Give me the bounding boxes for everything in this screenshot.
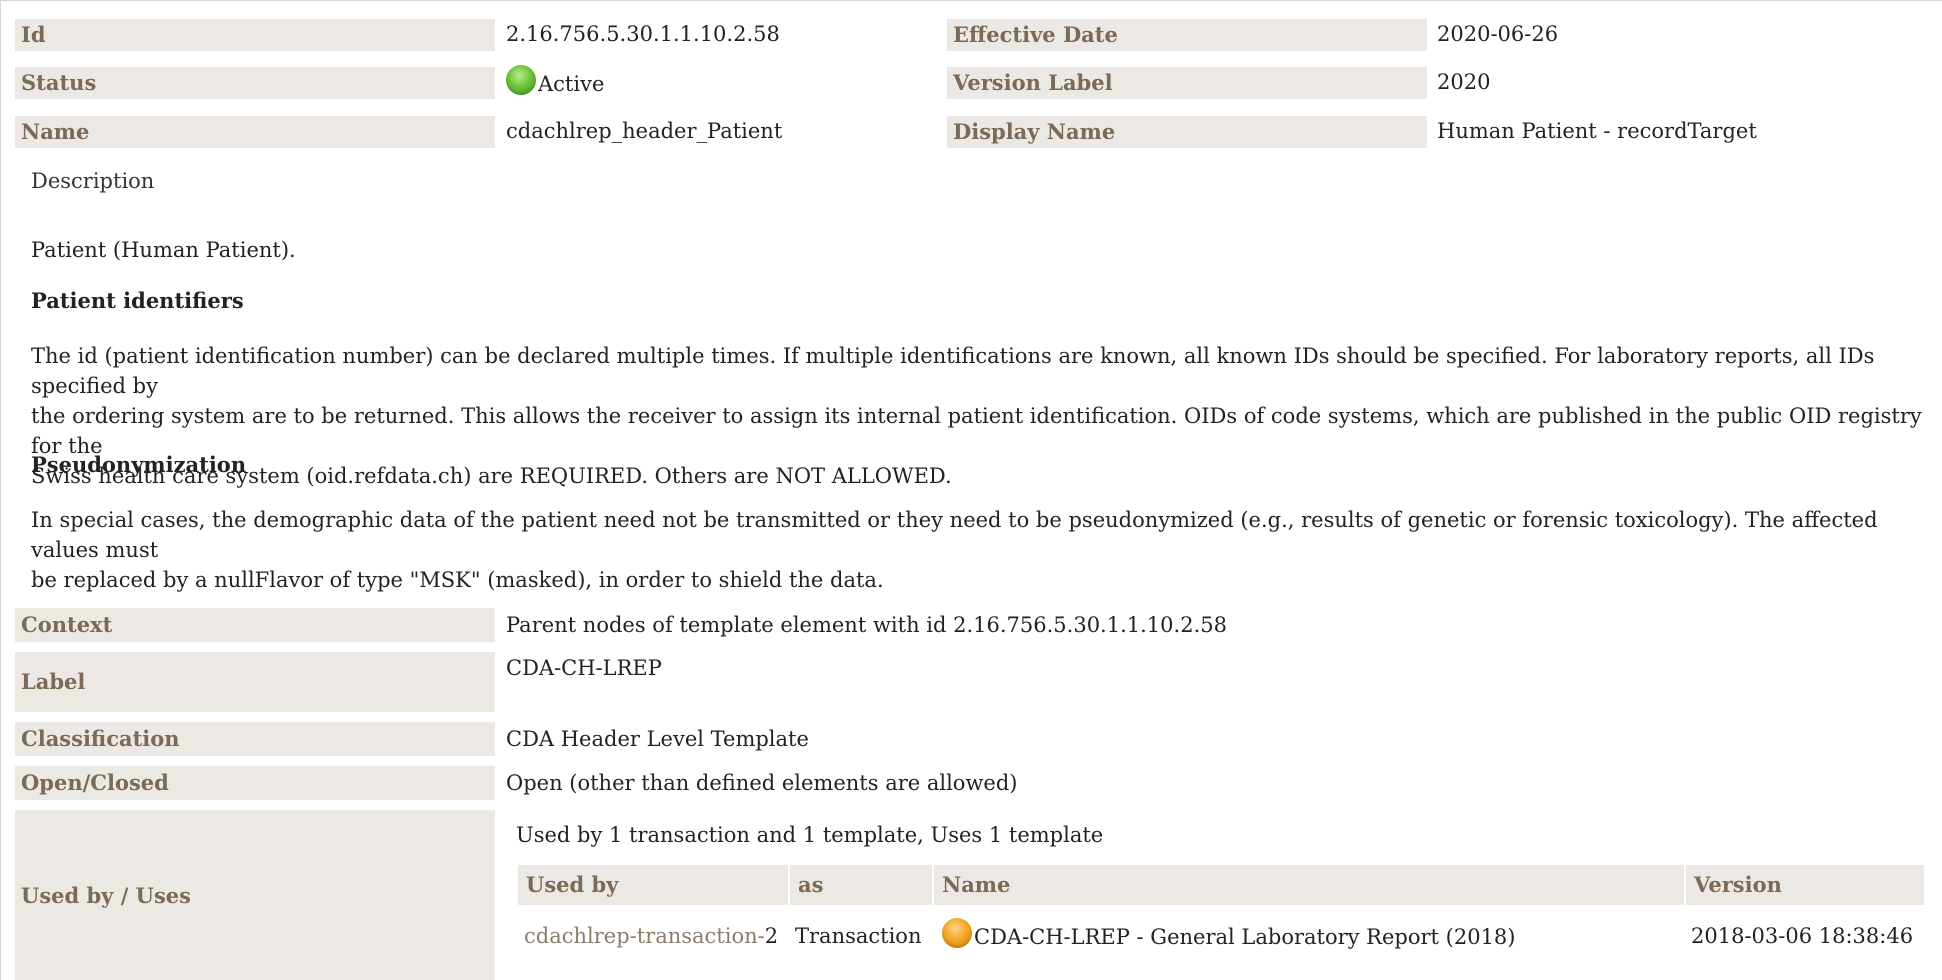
orange-circle-icon — [942, 918, 972, 948]
patient-identifiers-text: The id (patient identification number) c… — [31, 341, 1941, 491]
description-body: Patient (Human Patient). — [31, 235, 1931, 265]
classification-label: Classification — [15, 722, 495, 756]
id-label: Id — [15, 19, 495, 51]
label-value: CDA-CH-LREP — [506, 656, 662, 680]
display-name-label: Display Name — [947, 116, 1427, 148]
transaction-link-suffix: 2 — [764, 924, 779, 948]
version-label-value: 2020 — [1437, 70, 1491, 94]
version-label-label: Version Label — [947, 67, 1427, 99]
table-row-used-by: cdachlrep-transaction-2 — [524, 919, 778, 953]
patient-identifiers-line: the ordering system are to be returned. … — [31, 404, 1922, 458]
column-header-used-by: Used by — [518, 865, 788, 905]
patient-identifiers-line: The id (patient identification number) c… — [31, 344, 1875, 398]
status-text: Active — [538, 72, 605, 96]
table-row-version: 2018-03-06 18:38:46 — [1691, 924, 1914, 948]
column-header-version: Version — [1686, 865, 1924, 905]
column-header-as: as — [790, 865, 932, 905]
transaction-name: CDA-CH-LREP - General Laboratory Report … — [974, 925, 1516, 949]
open-closed-value: Open (other than defined elements are al… — [506, 771, 1018, 795]
classification-value: CDA Header Level Template — [506, 727, 809, 751]
used-by-label: Used by / Uses — [15, 810, 495, 980]
green-circle-icon — [506, 65, 536, 95]
name-label: Name — [15, 116, 495, 148]
patient-identifiers-line: Swiss health care system (oid.refdata.ch… — [31, 464, 952, 488]
pseudonymization-text: In special cases, the demographic data o… — [31, 505, 1941, 595]
open-closed-label: Open/Closed — [15, 766, 495, 800]
transaction-link[interactable]: cdachlrep-transaction- — [524, 924, 765, 948]
table-row-name: CDA-CH-LREP - General Laboratory Report … — [942, 917, 1516, 957]
pseudonymization-line: In special cases, the demographic data o… — [31, 508, 1878, 562]
context-value: Parent nodes of template element with id… — [506, 613, 1227, 637]
table-row-as: Transaction — [795, 924, 922, 948]
id-value: 2.16.756.5.30.1.1.10.2.58 — [506, 22, 780, 46]
pseudonymization-line: be replaced by a nullFlavor of type "MSK… — [31, 568, 884, 592]
used-by-summary: Used by 1 transaction and 1 template, Us… — [516, 823, 1104, 847]
template-page: Id 2.16.756.5.30.1.1.10.2.58 Effective D… — [0, 0, 1942, 980]
display-name-value: Human Patient - recordTarget — [1437, 119, 1757, 143]
description-intro: Patient (Human Patient). — [31, 238, 296, 262]
effective-date-label: Effective Date — [947, 19, 1427, 51]
patient-identifiers-heading: Patient identifiers — [31, 288, 244, 313]
status-value: Active — [506, 65, 604, 100]
label-label: Label — [15, 652, 495, 712]
column-header-name: Name — [934, 865, 1684, 905]
context-label: Context — [15, 608, 495, 642]
status-label: Status — [15, 67, 495, 99]
pseudonymization-heading: Pseudonymization — [31, 452, 247, 477]
description-heading: Description — [31, 169, 155, 193]
effective-date-value: 2020-06-26 — [1437, 22, 1559, 46]
name-value: cdachlrep_header_Patient — [506, 119, 783, 143]
